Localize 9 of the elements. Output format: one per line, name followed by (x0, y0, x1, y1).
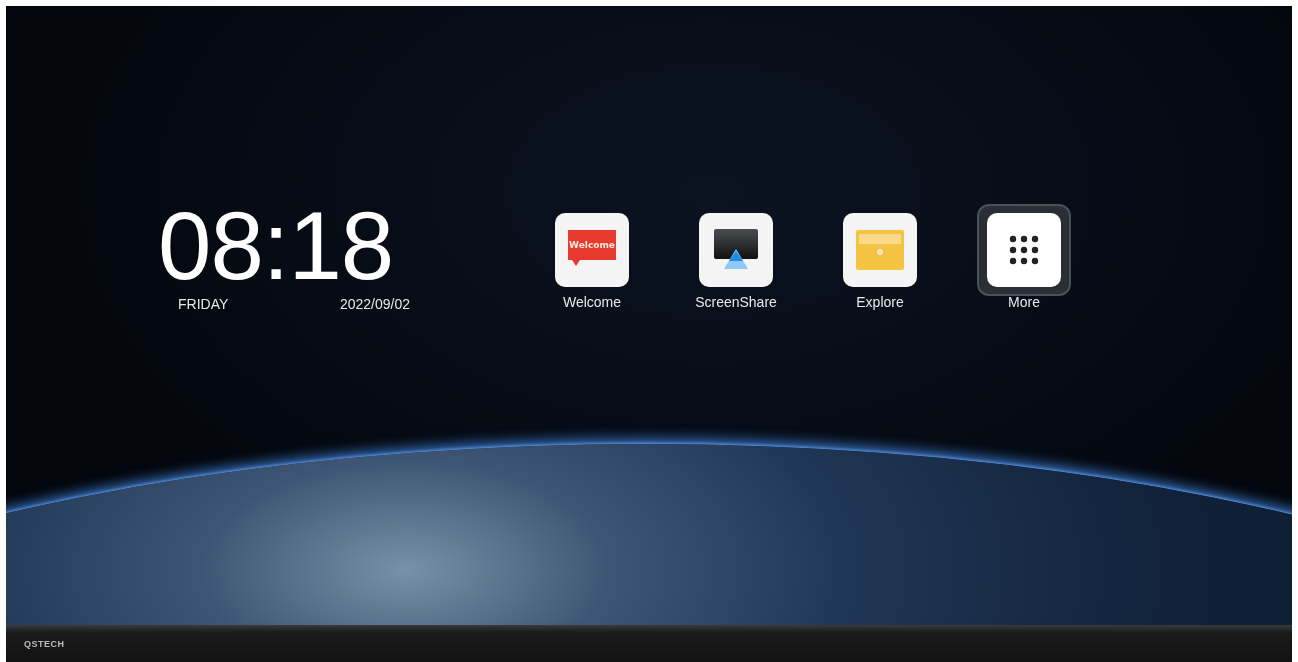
folder-icon (855, 229, 905, 271)
weekday-label: FRIDAY (178, 296, 229, 312)
date-label: 2022/09/02 (339, 296, 410, 312)
app-button[interactable]: ScreenShare (664, 204, 808, 310)
app-button[interactable]: Welcome Welcome (520, 204, 664, 310)
brand-logo: QSTECH (24, 638, 65, 649)
app-button[interactable]: Explore (808, 204, 952, 310)
clock-time: 08:18 (158, 198, 394, 294)
grid-icon (1009, 235, 1039, 265)
